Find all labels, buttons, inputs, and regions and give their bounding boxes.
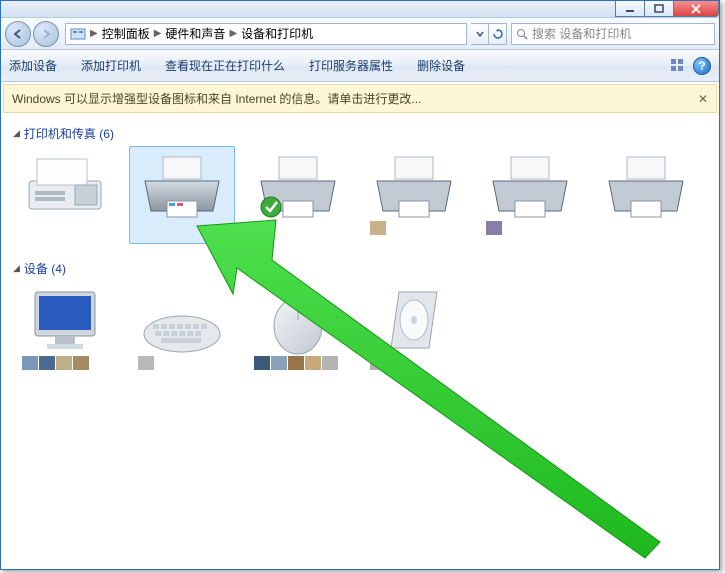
info-bar[interactable]: Windows 可以显示增强型设备图标和来自 Internet 的信息。请单击进… (3, 84, 717, 113)
printer-icon (487, 151, 573, 221)
remove-device-command[interactable]: 删除设备 (417, 57, 465, 74)
keyboard-icon (139, 286, 225, 356)
add-printer-command[interactable]: 添加打印机 (81, 57, 141, 74)
view-printing-command[interactable]: 查看现在正在打印什么 (165, 57, 285, 74)
search-input[interactable]: 搜索 设备和打印机 (511, 23, 715, 45)
printer-icon (255, 151, 341, 221)
info-bar-close[interactable]: ✕ (698, 92, 708, 106)
content-pane: ◢ 打印机和传真 (6) (1, 115, 719, 383)
crumb-hardware-sound[interactable]: 硬件和声音 (165, 25, 225, 42)
group-header-printers[interactable]: ◢ 打印机和传真 (6) (13, 125, 707, 142)
device-printer-selected[interactable] (129, 146, 235, 244)
drive-icon (371, 286, 457, 356)
breadcrumb[interactable]: ▶ 控制面板 ▶ 硬件和声音 ▶ 设备和打印机 (65, 23, 467, 45)
chevron-right-icon: ▶ (154, 28, 162, 39)
fax-icon (23, 151, 109, 221)
device-printer-default[interactable] (245, 146, 351, 244)
close-button[interactable] (673, 1, 719, 17)
chevron-right-icon: ▶ (229, 28, 237, 39)
group-count: (6) (99, 127, 114, 141)
refresh-button[interactable] (489, 23, 507, 45)
command-bar: 添加设备 添加打印机 查看现在正在打印什么 打印服务器属性 删除设备 ? (1, 50, 719, 82)
chevron-right-icon: ▶ (90, 28, 98, 39)
device-computer[interactable] (13, 281, 119, 379)
collapse-icon: ◢ (13, 128, 20, 139)
printer-icon (603, 151, 689, 221)
minimize-button[interactable] (615, 1, 645, 17)
navigation-bar: ▶ 控制面板 ▶ 硬件和声音 ▶ 设备和打印机 搜索 设备和打印机 (1, 18, 719, 50)
crumb-devices-printers[interactable]: 设备和打印机 (241, 25, 313, 42)
mouse-icon (255, 286, 341, 356)
back-button[interactable] (5, 21, 31, 47)
group-header-devices[interactable]: ◢ 设备 (4) (13, 260, 707, 277)
forward-button[interactable] (33, 21, 59, 47)
devices-row (13, 281, 707, 379)
explorer-window: ▶ 控制面板 ▶ 硬件和声音 ▶ 设备和打印机 搜索 设备和打印机 添加设备 添… (0, 0, 720, 570)
collapse-icon: ◢ (13, 263, 20, 274)
printer-icon (371, 151, 457, 221)
device-printer[interactable] (477, 146, 583, 244)
printer-icon (139, 151, 225, 221)
search-icon (516, 28, 528, 40)
maximize-button[interactable] (644, 1, 674, 17)
info-bar-text: Windows 可以显示增强型设备图标和来自 Internet 的信息。请单击进… (12, 90, 421, 107)
titlebar (1, 1, 719, 18)
device-keyboard[interactable] (129, 281, 235, 379)
device-printer[interactable] (593, 146, 699, 244)
help-button[interactable]: ? (693, 57, 711, 75)
crumb-control-panel[interactable]: 控制面板 (102, 25, 150, 42)
device-mouse[interactable] (245, 281, 351, 379)
group-count: (4) (51, 262, 66, 276)
control-panel-icon (70, 26, 86, 42)
device-printer[interactable] (361, 146, 467, 244)
monitor-icon (23, 286, 109, 356)
search-placeholder: 搜索 设备和打印机 (532, 25, 631, 42)
add-device-command[interactable]: 添加设备 (9, 57, 57, 74)
breadcrumb-dropdown[interactable] (471, 23, 489, 45)
view-options-icon[interactable] (669, 57, 687, 75)
group-label: 打印机和传真 (24, 125, 96, 142)
print-server-props-command[interactable]: 打印服务器属性 (309, 57, 393, 74)
group-label: 设备 (24, 260, 48, 277)
device-fax[interactable] (13, 146, 119, 244)
printers-row (13, 146, 707, 244)
device-drive[interactable] (361, 281, 467, 379)
